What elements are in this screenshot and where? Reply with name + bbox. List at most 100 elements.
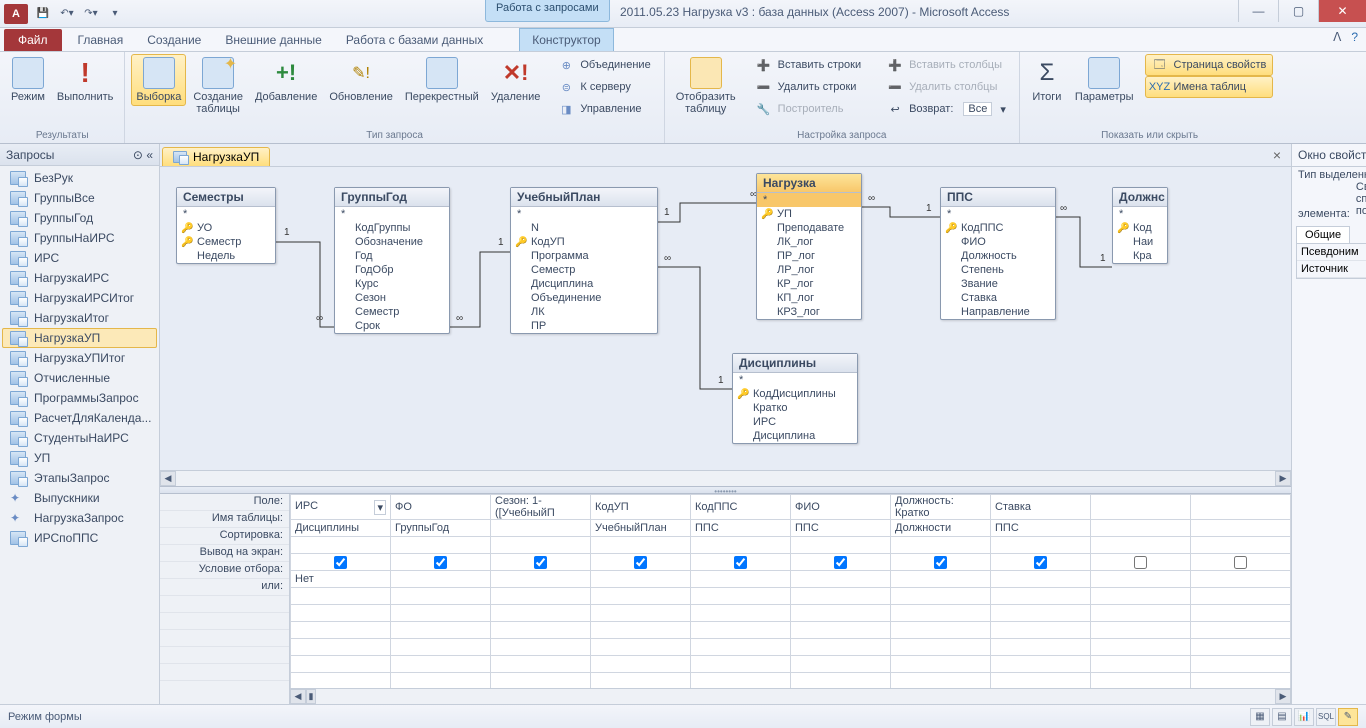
update-button[interactable]: ✎!Обновление [324, 54, 398, 106]
union-button[interactable]: ⊕Объединение [551, 54, 657, 76]
pivot-view-button[interactable]: ▤ [1272, 708, 1292, 726]
table-dolzh[interactable]: Должнс*🔑КодНаиКра [1112, 187, 1168, 264]
grid-cell[interactable] [491, 588, 591, 605]
grid-cell[interactable] [391, 554, 491, 571]
table-uchplan[interactable]: УчебныйПлан*N🔑КодУППрограммаСеместрДисци… [510, 187, 658, 334]
tab-main[interactable]: Главная [66, 29, 136, 51]
grid-cell[interactable] [391, 673, 491, 690]
grid-cell[interactable] [491, 554, 591, 571]
grid-cell[interactable] [991, 622, 1091, 639]
grid-cell[interactable] [291, 554, 391, 571]
tab-create[interactable]: Создание [135, 29, 213, 51]
grid-cell[interactable] [691, 537, 791, 554]
grid-body[interactable]: ИРС▾ФОСезон: 1-([УчебныйПКодУПКодППСФИОД… [290, 494, 1291, 704]
maximize-button[interactable]: ▢ [1278, 0, 1318, 22]
help-icon[interactable]: ? [1351, 30, 1358, 44]
grid-cell[interactable]: ИРС▾ [291, 495, 391, 520]
data-definition-button[interactable]: ◨Управление [551, 98, 657, 120]
grid-cell[interactable] [991, 588, 1091, 605]
nav-item[interactable]: ИРСпоППС [2, 528, 157, 548]
undo-icon[interactable]: ↶▾ [58, 5, 76, 23]
grid-cell[interactable] [291, 639, 391, 656]
grid-cell[interactable] [991, 571, 1091, 588]
table-gruppygod[interactable]: ГруппыГод*КодГруппыОбозначениеГодГодОбрК… [334, 187, 450, 334]
grid-cell[interactable] [591, 571, 691, 588]
grid-cell[interactable] [791, 588, 891, 605]
grid-cell[interactable] [991, 656, 1091, 673]
table-semestry[interactable]: Семестры*🔑УО🔑СеместрНедель [176, 187, 276, 264]
grid-cell[interactable] [691, 571, 791, 588]
nav-item[interactable]: ГруппыНаИРС [2, 228, 157, 248]
grid-cell[interactable] [391, 656, 491, 673]
totals-button[interactable]: ΣИтоги [1026, 54, 1068, 106]
grid-cell[interactable] [591, 588, 691, 605]
nav-item[interactable]: ИРС [2, 248, 157, 268]
grid-cell[interactable]: Сезон: 1-([УчебныйП [491, 495, 591, 520]
insert-rows-button[interactable]: ➕Вставить строки [749, 54, 868, 76]
grid-cell[interactable] [591, 605, 691, 622]
close-button[interactable]: ✕ [1318, 0, 1366, 22]
grid-cell[interactable] [491, 537, 591, 554]
grid-cell[interactable] [991, 537, 1091, 554]
nav-filter-icon[interactable]: ⊙ [133, 148, 143, 162]
nav-item[interactable]: НагрузкаИРС [2, 268, 157, 288]
redo-icon[interactable]: ↷▾ [82, 5, 100, 23]
grid-cell[interactable] [891, 605, 991, 622]
run-button[interactable]: !Выполнить [52, 54, 118, 106]
nav-item[interactable]: ГруппыВсе [2, 188, 157, 208]
append-button[interactable]: +!Добавление [250, 54, 322, 106]
grid-cell[interactable] [791, 605, 891, 622]
grid-cell[interactable] [691, 656, 791, 673]
nav-item[interactable]: РасчетДляКаленда... [2, 408, 157, 428]
grid-cell[interactable] [791, 554, 891, 571]
grid-cell[interactable] [691, 588, 791, 605]
builder-button[interactable]: 🔧Построитель [749, 98, 868, 120]
grid-cell[interactable] [891, 673, 991, 690]
grid-cell[interactable] [391, 571, 491, 588]
property-sheet-button[interactable]: 🗔Страница свойств [1145, 54, 1274, 76]
grid-cell[interactable] [691, 622, 791, 639]
grid-cell[interactable] [991, 639, 1091, 656]
grid-cell[interactable]: Дисциплины [291, 520, 391, 537]
grid-h-scrollbar[interactable]: ◀ ▮ ▶ [290, 688, 1291, 704]
grid-cell[interactable] [591, 639, 691, 656]
grid-cell[interactable] [891, 537, 991, 554]
grid-cell[interactable] [291, 588, 391, 605]
grid-cell[interactable]: Нет [291, 571, 391, 588]
tab-database-tools[interactable]: Работа с базами данных [334, 29, 495, 51]
grid-cell[interactable] [791, 622, 891, 639]
grid-cell[interactable] [491, 656, 591, 673]
grid-cell[interactable]: Должности [891, 520, 991, 537]
propsheet-tab-general[interactable]: Общие [1296, 226, 1350, 243]
delete-cols-button[interactable]: ➖Удалить столбцы [880, 76, 1013, 98]
grid-cell[interactable] [291, 622, 391, 639]
nav-item[interactable]: НагрузкаИРСИтог [2, 288, 157, 308]
nav-item[interactable]: ЭтапыЗапрос [2, 468, 157, 488]
grid-cell[interactable] [491, 639, 591, 656]
qat-customize-icon[interactable]: ▾ [106, 5, 124, 23]
grid-cell[interactable] [291, 537, 391, 554]
insert-cols-button[interactable]: ➕Вставить столбцы [880, 54, 1013, 76]
tab-constructor[interactable]: Конструктор [519, 28, 613, 51]
scroll-right-icon[interactable]: ▶ [1275, 689, 1291, 704]
file-tab[interactable]: Файл [4, 29, 62, 51]
grid-cell[interactable] [591, 622, 691, 639]
grid-cell[interactable] [591, 537, 691, 554]
make-table-button[interactable]: ✦Создание таблицы [188, 54, 248, 118]
passthrough-button[interactable]: ⊜К серверу [551, 76, 657, 98]
query-designer[interactable]: 1∞ ∞1 1∞ ∞1 ∞1 ∞1 ◀ ▶ Семестры*🔑УО🔑Семес… [160, 166, 1291, 486]
return-button[interactable]: ↩Возврат:Все▾ [880, 98, 1013, 120]
grid-cell[interactable]: УчебныйПлан [591, 520, 691, 537]
grid-cell[interactable] [991, 673, 1091, 690]
grid-cell[interactable] [791, 571, 891, 588]
grid-cell[interactable] [791, 639, 891, 656]
splitter[interactable]: •••••••• [160, 486, 1291, 494]
grid-cell[interactable]: ФИО [791, 495, 891, 520]
grid-cell[interactable]: КодУП [591, 495, 691, 520]
grid-cell[interactable] [491, 622, 591, 639]
grid-cell[interactable] [691, 639, 791, 656]
tab-external-data[interactable]: Внешние данные [213, 29, 334, 51]
grid-cell[interactable] [291, 656, 391, 673]
grid-cell[interactable]: ППС [791, 520, 891, 537]
design-view-button[interactable]: ✎ [1338, 708, 1358, 726]
